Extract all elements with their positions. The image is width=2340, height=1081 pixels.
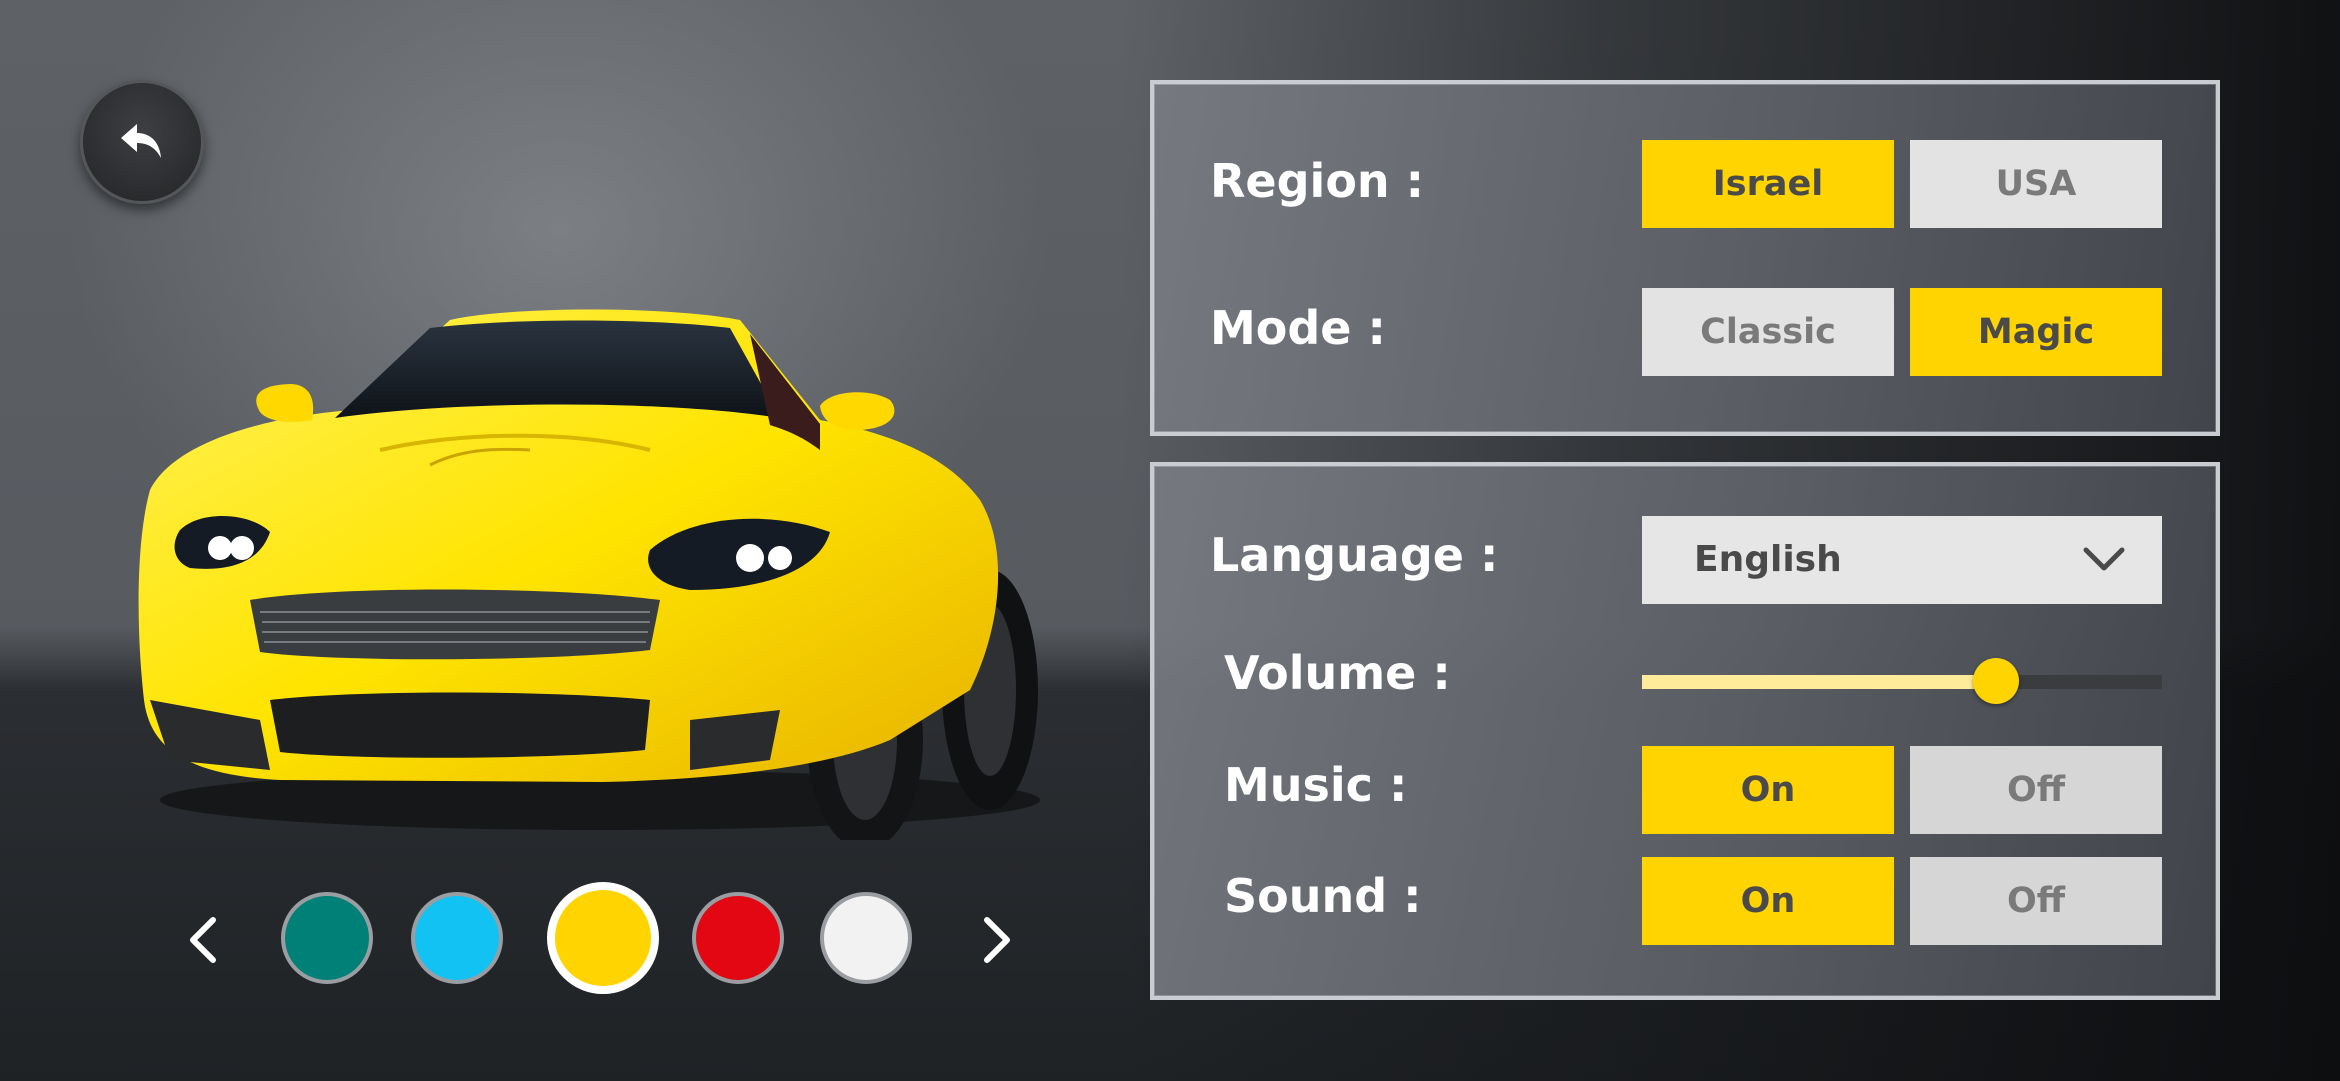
car-image [138, 309, 1040, 840]
color-swatch-white[interactable] [820, 892, 912, 984]
region-usa-button[interactable]: USA [1910, 140, 2162, 228]
volume-fill [1642, 675, 1996, 689]
color-swatch-sky-blue[interactable] [411, 892, 503, 984]
mode-label: Mode : [1210, 301, 1386, 355]
region-israel-button[interactable]: Israel [1642, 140, 1894, 228]
volume-label: Volume : [1224, 646, 1451, 700]
back-button[interactable] [80, 80, 204, 204]
chevron-right-icon[interactable] [965, 910, 1025, 970]
music-on-button[interactable]: On [1642, 746, 1894, 834]
color-selector [175, 880, 1035, 1000]
music-off-button[interactable]: Off [1910, 746, 2162, 834]
chevron-down-icon [2083, 547, 2125, 571]
color-swatch-yellow[interactable] [547, 882, 659, 994]
region-mode-panel: Region : Israel USA Mode : Classic Magic [1150, 80, 2220, 436]
mode-magic-button[interactable]: Magic [1910, 288, 2162, 376]
chevron-left-icon[interactable] [175, 910, 235, 970]
region-label: Region : [1210, 154, 1425, 208]
undo-arrow-icon [121, 124, 161, 158]
sound-label: Sound : [1224, 869, 1422, 923]
volume-knob[interactable] [1972, 658, 2019, 704]
volume-slider[interactable] [1642, 658, 2162, 704]
sound-off-button[interactable]: Off [1910, 857, 2162, 945]
language-value: English [1694, 539, 1842, 580]
sound-on-button[interactable]: On [1642, 857, 1894, 945]
color-swatch-teal[interactable] [281, 892, 373, 984]
language-label: Language : [1210, 528, 1499, 582]
color-swatch-red[interactable] [692, 892, 784, 984]
music-label: Music : [1224, 758, 1408, 812]
settings-panel: Language : English Volume : Music : On O… [1150, 462, 2220, 1000]
mode-classic-button[interactable]: Classic [1642, 288, 1894, 376]
language-dropdown[interactable]: English [1642, 516, 2162, 604]
